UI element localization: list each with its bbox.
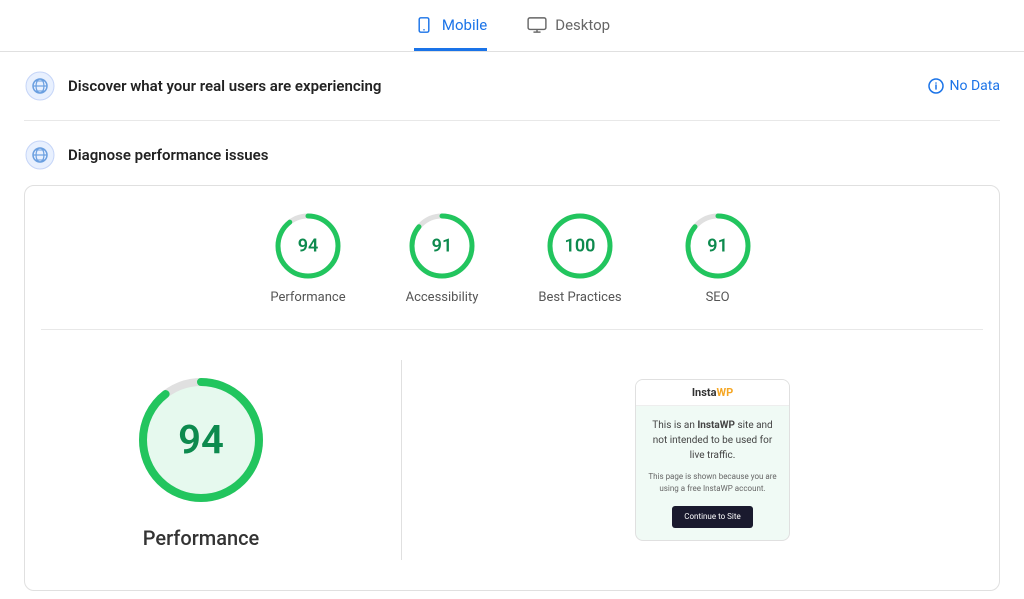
detail-section: 94 Performance InstaWP This is an InstaW… xyxy=(41,330,983,590)
info-icon xyxy=(928,78,944,94)
screenshot-header: InstaWP xyxy=(636,380,789,406)
circle-seo: 91 xyxy=(682,210,754,282)
real-users-bar: Discover what your real users are experi… xyxy=(24,52,1000,121)
detail-divider xyxy=(401,360,402,560)
globe-icon xyxy=(24,70,56,102)
main-content: Discover what your real users are experi… xyxy=(0,52,1024,591)
score-item-performance[interactable]: 94 Performance xyxy=(270,210,345,305)
score-value-accessibility: 91 xyxy=(432,236,453,257)
score-label-seo: SEO xyxy=(706,290,730,305)
scores-row: 94 Performance 91 Accessibility xyxy=(41,210,983,330)
score-label-best-practices: Best Practices xyxy=(538,290,621,305)
screenshot-sub-text: This page is shown because you are using… xyxy=(646,471,779,493)
diagnose-icon xyxy=(24,139,56,171)
score-label-performance: Performance xyxy=(270,290,345,305)
real-users-title: Discover what your real users are experi… xyxy=(68,77,381,95)
detail-right: InstaWP This is an InstaWP site and not … xyxy=(442,379,983,540)
score-value-best-practices: 100 xyxy=(565,236,596,257)
screenshot-card: InstaWP This is an InstaWP site and not … xyxy=(635,379,790,540)
diagnose-title: Diagnose performance issues xyxy=(68,146,268,164)
tab-desktop-label: Desktop xyxy=(555,16,610,34)
score-label-accessibility: Accessibility xyxy=(406,290,479,305)
detail-label: Performance xyxy=(143,526,260,550)
circle-best-practices: 100 xyxy=(544,210,616,282)
mobile-icon xyxy=(414,17,434,33)
circle-accessibility: 91 xyxy=(406,210,478,282)
detail-left: 94 Performance xyxy=(41,370,361,550)
tab-mobile-label: Mobile xyxy=(442,16,487,34)
detail-score: 94 xyxy=(178,417,224,464)
main-text-brand: InstaWP xyxy=(697,420,735,431)
score-value-seo: 91 xyxy=(707,236,728,257)
tab-mobile[interactable]: Mobile xyxy=(414,16,487,51)
tab-desktop[interactable]: Desktop xyxy=(527,16,610,51)
large-circle: 94 xyxy=(131,370,271,510)
score-item-best-practices[interactable]: 100 Best Practices xyxy=(538,210,621,305)
screenshot-button[interactable]: Continue to Site xyxy=(672,506,752,528)
no-data-link[interactable]: No Data xyxy=(928,78,1000,94)
score-value-performance: 94 xyxy=(298,236,319,257)
score-item-seo[interactable]: 91 SEO xyxy=(682,210,754,305)
score-card: 94 Performance 91 Accessibility xyxy=(24,185,1000,591)
brand-suffix: WP xyxy=(716,386,733,399)
tab-bar: Mobile Desktop xyxy=(0,0,1024,52)
circle-performance: 94 xyxy=(272,210,344,282)
screenshot-body: This is an InstaWP site and not intended… xyxy=(636,406,789,539)
diagnose-bar: Diagnose performance issues xyxy=(24,121,1000,185)
desktop-icon xyxy=(527,17,547,33)
real-users-left: Discover what your real users are experi… xyxy=(24,70,381,102)
score-item-accessibility[interactable]: 91 Accessibility xyxy=(406,210,479,305)
screenshot-main-text: This is an InstaWP site and not intended… xyxy=(646,418,779,463)
no-data-label: No Data xyxy=(950,78,1000,94)
brand-prefix: Insta xyxy=(692,386,717,399)
main-text-prefix: This is an xyxy=(652,420,697,431)
